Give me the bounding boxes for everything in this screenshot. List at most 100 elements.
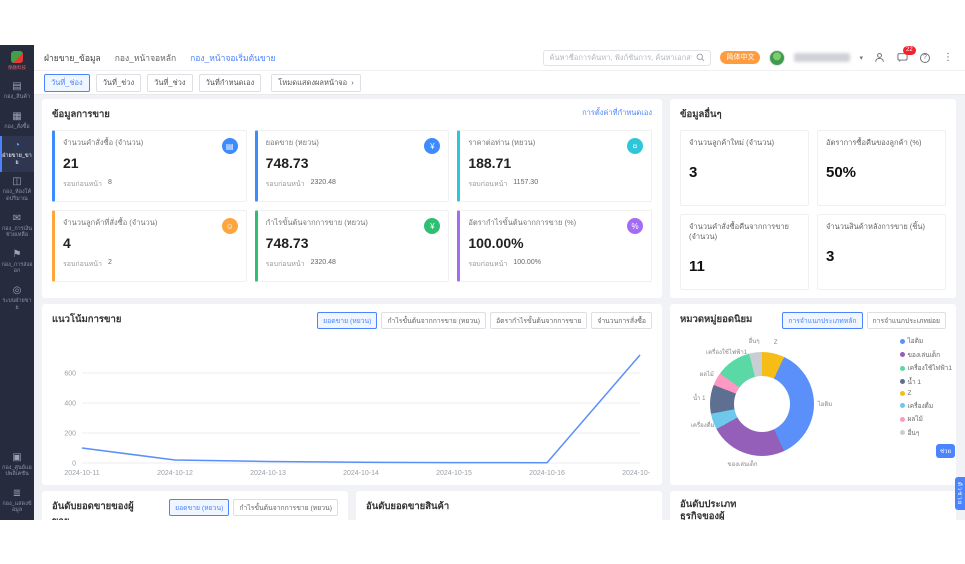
legend-dot [900, 352, 905, 357]
legend-label: Z [908, 390, 912, 397]
apps-icon: ▣ [12, 453, 21, 463]
sidebar-item-inventory[interactable]: ◫ กอง_ห้องโค้ดปริมาณ [0, 172, 34, 208]
info-card-aftersales-items: จำนวนสินค้าหลังการขาย (ชิ้น) 3 [817, 214, 946, 290]
stat-card-customers: จำนวนลูกค้าที่สั่งซื้อ (จำนวน) 4 รอบก่อน… [52, 210, 247, 282]
more-menu-button[interactable]: ⋮ [941, 51, 955, 65]
panel-title: อันดับยอดขายของผู้ขาย [52, 499, 136, 520]
trend-metric-toggle: ยอดขาย (หยวน) กำไรขั้นต้นจากการขาย (หยวน… [317, 312, 652, 329]
stat-value: 748.73 [266, 155, 441, 171]
legend-item[interactable]: น้ำ 1 [900, 377, 952, 387]
avatar[interactable] [769, 50, 785, 66]
data-icon: ≣ [13, 489, 21, 499]
panel-title: ข้อมูลอื่นๆ [680, 107, 722, 122]
sidebar-item-system[interactable]: ◎ ระบบฝ่ายขาย [0, 281, 34, 317]
legend-label: น้ำ 1 [908, 377, 922, 387]
app-logo[interactable]: 保融科技 [7, 51, 27, 71]
legend-label: ของเล่นเด็ก [908, 350, 941, 360]
display-mode-label: โหมดแสดงผลหน้าจอ [278, 77, 347, 89]
sidebar-item-orders[interactable]: ▦ กอง_สั่งซื้อ [0, 107, 34, 137]
metric-button-order-count[interactable]: จำนวนการสั่งซื้อ [591, 312, 652, 329]
legend-dot [900, 417, 905, 422]
floating-assistant-button[interactable]: ช่วย [936, 444, 955, 458]
legend-label: เครื่องใช้ไฟฟ้า1 [908, 363, 952, 373]
info-label: อัตราการซื้อคืนของลูกค้า (%) [826, 138, 937, 148]
date-tab-range-1[interactable]: วันที่_ช่วง [96, 74, 141, 92]
category-sub-button[interactable]: การจำแนกประเภทย่อย [867, 312, 946, 329]
sidebar-item-label: กอง_สั่งซื้อ [4, 124, 29, 131]
sidebar-item-finance[interactable]: ✉ กอง_การเงินช่วยเหลือ [0, 209, 34, 245]
legend-item[interactable]: อื่นๆ [900, 428, 952, 438]
info-card-grid: จำนวนลูกค้าใหม่ (จำนวน) 3 อัตราการซื้อคื… [680, 130, 946, 290]
sidebar-item-export[interactable]: ⚑ กอง_การส่งออก [0, 245, 34, 281]
date-tab-range-2[interactable]: วันที่_ช่วง [147, 74, 192, 92]
stat-label: อัตรากำไรขั้นต้นจากการขาย (%) [468, 217, 643, 229]
legend-item[interactable]: เครื่องใช้ไฟฟ้า1 [900, 363, 952, 373]
legend-item[interactable]: ไอติม [900, 336, 952, 346]
stat-label: จำนวนลูกค้าที่สั่งซื้อ (จำนวน) [63, 217, 238, 229]
language-badge[interactable]: 简体中文 [720, 51, 760, 64]
custom-settings-link[interactable]: การตั้งค่าที่กำหนดเอง [582, 107, 652, 119]
donut-hole [734, 376, 790, 432]
legend-label: ผลไม้ [908, 414, 923, 424]
sidebar-item-app-center[interactable]: ▣ กอง_ศูนย์แอปพลิเคชัน [0, 448, 34, 484]
sidebar-item-products[interactable]: ▤ กอง_สินค้า [0, 77, 34, 107]
main-content: ข้อมูลการขาย การตั้งค่าที่กำหนดเอง จำนวน… [34, 95, 965, 520]
business-type-ranking-panel: อันดับประเภทธุรกิจของผู้จัดการฝ่ายขาย ยอ… [670, 491, 956, 520]
user-name-redacted [794, 53, 850, 62]
navbar-right: 简体中文 ▾ 22 ? ⋮ [543, 50, 955, 66]
metric-button-profit-rate[interactable]: อัตรากำไรขั้นต้นจากการขาย [490, 312, 587, 329]
donut-slice-label: น้ำ 1 [693, 393, 705, 403]
donut-slice-label: เครื่องดื่ม [691, 420, 715, 430]
info-value: 50% [826, 164, 937, 181]
donut-slice-label: ไอติม [818, 399, 832, 409]
stat-previous: รอบก่อนหน้า100.00% [468, 259, 643, 270]
chevron-down-icon[interactable]: ▾ [859, 54, 863, 62]
workspace-name[interactable]: ฝ่ายขาย_ข้อมูล [44, 51, 101, 65]
stat-value: 100.00% [468, 235, 643, 251]
svg-text:2024-10-17: 2024-10-17 [622, 470, 650, 477]
person-icon [874, 52, 885, 63]
sidebar-spacer [0, 317, 34, 448]
legend-item[interactable]: เครื่องดื่ม [900, 401, 952, 411]
nav-tab-main-screen[interactable]: กอง_หน้าจอหลัก [115, 51, 176, 65]
floating-side-tab[interactable]: ตัวช่วย [955, 477, 965, 510]
stat-previous: รอบก่อนหน้า8 [63, 179, 238, 190]
date-tab-today[interactable]: วันที่_ช่อง [44, 74, 90, 92]
sidebar-item-label: ระบบฝ่ายขาย [1, 298, 33, 311]
date-filter-bar: วันที่_ช่อง วันที่_ช่วง วันที่_ช่วง วันท… [34, 71, 965, 95]
metric-button-gross-profit[interactable]: กำไรขั้นต้นจากการขาย (หยวน) [381, 312, 486, 329]
category-main-button[interactable]: การจำแนกประเภทหลัก [782, 312, 862, 329]
sidebar-item-label: กอง_การเงินช่วยเหลือ [1, 226, 33, 239]
contacts-button[interactable] [872, 51, 886, 65]
sales-data-panel: ข้อมูลการขาย การตั้งค่าที่กำหนดเอง จำนวน… [42, 99, 662, 298]
sidebar-item-sales-dashboard[interactable]: ◔ ฝ่ายขาย_ขาย [0, 136, 34, 172]
global-search[interactable] [543, 50, 711, 66]
legend-item[interactable]: ผลไม้ [900, 414, 952, 424]
customers-icon: ☺ [222, 218, 238, 234]
search-input[interactable] [549, 53, 692, 62]
sidebar-item-data-display[interactable]: ≣ กอง_แสดงข้อมูล [0, 484, 34, 520]
display-mode-button[interactable]: โหมดแสดงผลหน้าจอ › [271, 74, 360, 92]
notification-badge: 22 [903, 46, 916, 55]
sales-dashboard-icon: ◔ [14, 141, 20, 151]
info-value: 3 [689, 164, 800, 181]
trend-line-chart: 02004006002024-10-112024-10-122024-10-13… [52, 333, 650, 479]
stat-card-per-customer: ราคาต่อท่าน (หยวน) 188.71 รอบก่อนหน้า115… [457, 130, 652, 202]
top-navbar: ฝ่ายขาย_ข้อมูล กอง_หน้าจอหลัก กอง_หน้าจอ… [34, 45, 965, 71]
stat-label: ราคาต่อท่าน (หยวน) [468, 137, 643, 149]
legend-item[interactable]: Z [900, 390, 952, 397]
messages-button[interactable]: 22 [895, 51, 909, 65]
metric-button-gross-profit[interactable]: กำไรขั้นต้นจากการขาย (หยวน) [233, 499, 338, 516]
legend-dot [900, 379, 905, 384]
stat-card-gross-profit: กำไรขั้นต้นจากการขาย (หยวน) 748.73 รอบก่… [255, 210, 450, 282]
date-tab-custom[interactable]: วันที่กำหนดเอง [199, 74, 262, 92]
legend-label: อื่นๆ [908, 428, 920, 438]
legend-item[interactable]: ของเล่นเด็ก [900, 350, 952, 360]
metric-button-sales[interactable]: ยอดขาย (หยวน) [317, 312, 377, 329]
stat-value: 188.71 [468, 155, 643, 171]
help-button[interactable]: ? [918, 51, 932, 65]
stat-card-sales-amount: ยอดขาย (หยวน) 748.73 รอบก่อนหน้า2320.48 … [255, 130, 450, 202]
seller-ranking-panel: อันดับยอดขายของผู้ขาย ยอดขาย (หยวน) กำไร… [42, 491, 348, 520]
metric-button-sales[interactable]: ยอดขาย (หยวน) [169, 499, 229, 516]
nav-tab-sales-start-screen[interactable]: กอง_หน้าจอเริ่มต้นขาย [190, 51, 275, 65]
